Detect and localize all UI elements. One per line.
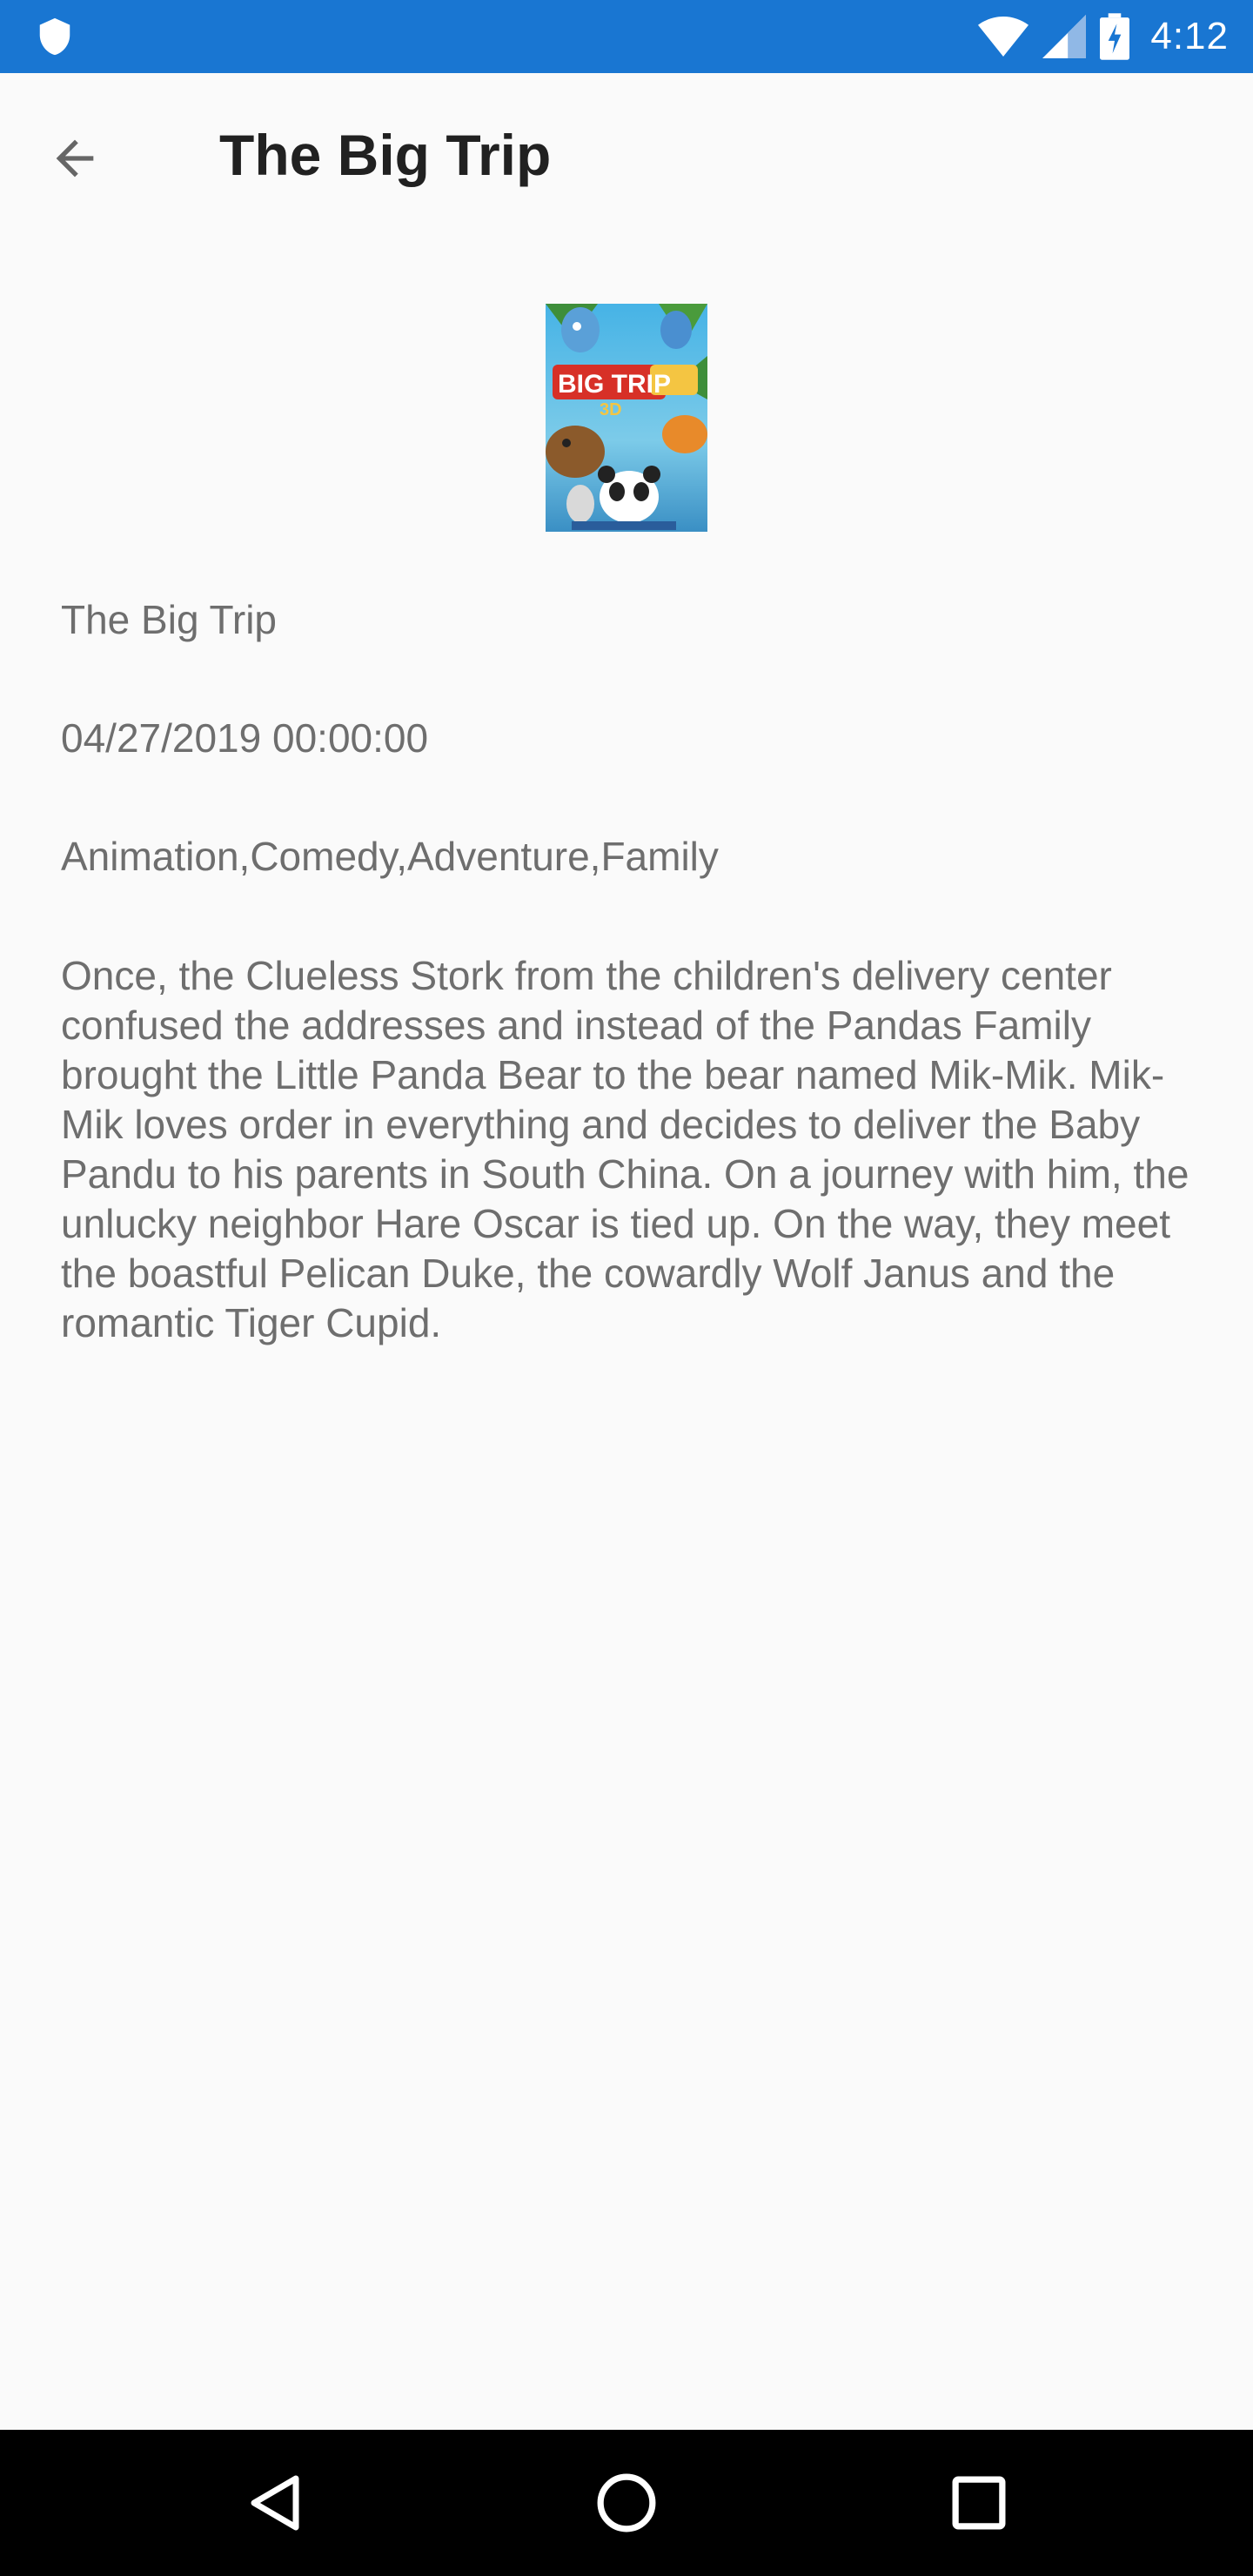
shield-icon <box>39 17 70 56</box>
status-icons: 4:12 <box>978 0 1229 73</box>
nav-back-button[interactable] <box>228 2456 322 2550</box>
status-bar: 4:12 <box>0 0 1253 73</box>
cell-signal-icon <box>1042 15 1087 58</box>
svg-text:3D: 3D <box>600 400 622 419</box>
arrow-back-icon <box>56 139 94 178</box>
back-triangle-icon <box>251 2475 299 2531</box>
movie-title: The Big Trip <box>61 597 277 642</box>
status-time: 4:12 <box>1150 15 1229 57</box>
home-circle-icon <box>597 2473 656 2532</box>
genres: Animation,Comedy,Adventure,Family <box>61 834 719 879</box>
app-bar: The Big Trip <box>0 73 1253 244</box>
overview: Once, the Clueless Stork from the childr… <box>61 953 1189 1345</box>
svg-text:BIG TRIP: BIG TRIP <box>558 370 671 399</box>
navigation-bar <box>0 2430 1253 2576</box>
wifi-icon <box>978 17 1029 57</box>
movie-poster: BIG TRIP 3D <box>546 304 707 532</box>
nav-home-button[interactable] <box>580 2456 673 2550</box>
recents-square-icon <box>952 2476 1006 2530</box>
nav-recents-button[interactable] <box>932 2456 1026 2550</box>
battery-charging-icon <box>1100 13 1130 60</box>
release-date: 04/27/2019 00:00:00 <box>61 715 429 761</box>
page-title: The Big Trip <box>219 123 552 187</box>
back-button[interactable] <box>44 127 106 190</box>
